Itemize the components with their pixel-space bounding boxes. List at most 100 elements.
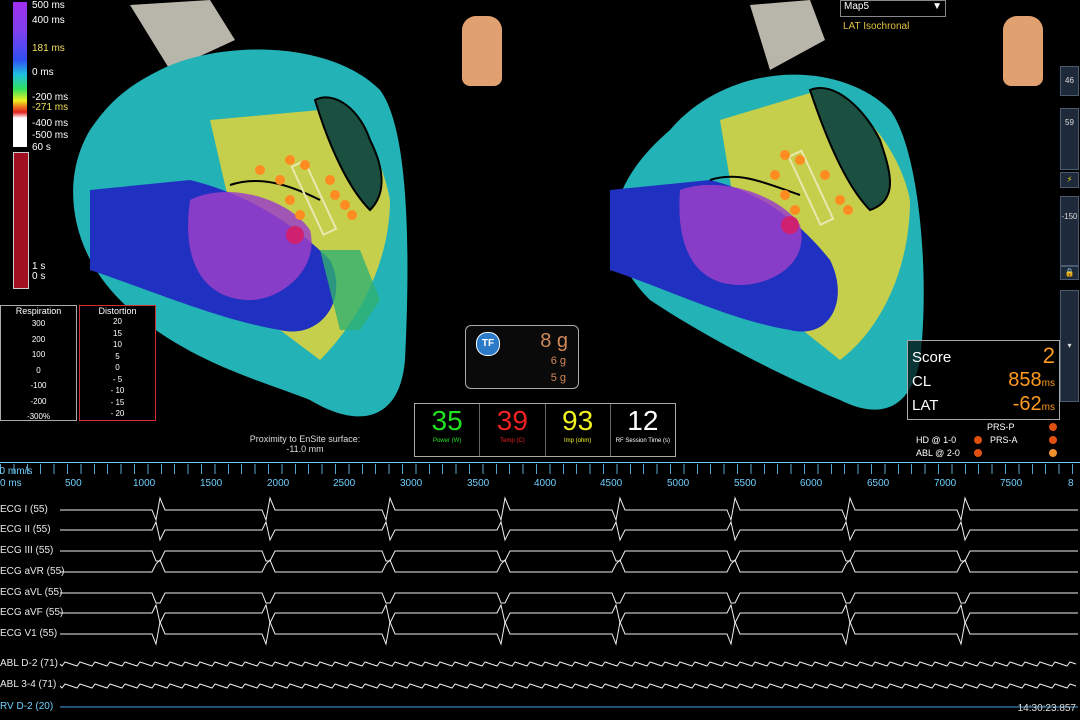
dist-value: - 15 xyxy=(110,397,125,407)
score-label: Score xyxy=(912,349,952,366)
opacity-value: 59 xyxy=(1065,118,1074,127)
channel-label-ecg-iii: ECG III (55) xyxy=(0,545,54,556)
time-tick: 4500 xyxy=(600,478,623,489)
abl-label: ABL @ 2-0 xyxy=(916,448,960,458)
prs-p-led xyxy=(1049,423,1057,431)
time-tick: 7500 xyxy=(1000,478,1023,489)
channel-label-abl-34: ABL 3-4 (71) xyxy=(0,679,57,690)
torso-orientation-icon-right xyxy=(1003,16,1043,86)
channel-label-rv-d2: RV D-2 (20) xyxy=(0,701,54,712)
channel-label-ecg-avr: ECG aVR (55) xyxy=(0,566,65,577)
lat-label: LAT xyxy=(912,397,939,414)
axial-force: 5 g xyxy=(550,372,566,384)
map-select[interactable]: Map5 ▼ xyxy=(840,0,946,17)
respiration-title: Respiration xyxy=(15,306,62,316)
temp-cell: 39 Temp (C) xyxy=(480,404,546,456)
proximity-readout: Proximity to EnSite surface: -11.0 mm xyxy=(235,434,375,454)
opacity-slider[interactable]: 59 xyxy=(1060,108,1079,170)
sweep-speed: 50 mm/s xyxy=(0,466,33,477)
lightning-button[interactable]: ⚡ xyxy=(1060,172,1079,188)
cl-value-group: 858ms xyxy=(1008,369,1055,392)
resp-value: -300% xyxy=(26,412,51,421)
power-value: 35 xyxy=(431,405,463,436)
peaks-tool-button[interactable]: 46 xyxy=(1060,66,1079,96)
abl-status-led xyxy=(1049,449,1057,457)
ecg-trace xyxy=(60,603,1078,625)
time-tick: 3500 xyxy=(467,478,490,489)
dist-value: 10 xyxy=(113,340,122,349)
right-3d-map[interactable] xyxy=(590,0,950,462)
rf-time-label: RF Session Time (s) xyxy=(615,438,671,444)
contact-force-panel: TF 8 g 6 g 5 g xyxy=(465,325,579,389)
power-label: Power (W) xyxy=(432,438,462,444)
time-tick: 0 ms xyxy=(0,478,22,489)
ecg-trace xyxy=(60,592,1078,604)
distortion-panel: Distortion 20 15 10 5 0 - 5 - 10 - 15 - … xyxy=(79,305,156,421)
resp-value: 300 xyxy=(31,319,46,328)
ecg-trace xyxy=(60,620,1078,646)
respiration-panel: Respiration 300 200 100 0 -100 -200 -300… xyxy=(0,305,77,421)
time-tick: 6500 xyxy=(867,478,890,489)
distortion-title: Distortion xyxy=(98,306,137,316)
resp-value: -200 xyxy=(30,396,47,406)
channel-label-ecg-i: ECG I (55) xyxy=(0,504,48,515)
time-tick: 8 xyxy=(1068,478,1074,489)
channel-label-ecg-avl: ECG aVL (55) xyxy=(0,587,63,598)
power-cell: 35 Power (W) xyxy=(415,404,481,456)
proximity-label: Proximity to EnSite surface: xyxy=(249,434,361,444)
scissor-slider[interactable]: -150 xyxy=(1060,196,1079,266)
lat-value-group: -62ms xyxy=(1013,393,1055,416)
lat-color-bar[interactable] xyxy=(13,2,27,147)
time-tick: 6000 xyxy=(800,478,823,489)
resp-value: 0 xyxy=(36,365,41,375)
clock: 14:30:23.857 xyxy=(1017,703,1076,714)
time-tick: 4000 xyxy=(534,478,557,489)
prs-a-led xyxy=(1049,436,1057,444)
time-tick: 3000 xyxy=(400,478,423,489)
ablation-metrics-panel: 35 Power (W) 39 Temp (C) 93 Imp (ohm) 12… xyxy=(414,403,676,457)
impedance-cell: 93 Imp (ohm) xyxy=(546,404,611,456)
view-menu-button[interactable]: ▾ xyxy=(1060,290,1079,402)
scale-label-0s: 0 s xyxy=(32,271,46,282)
channel-label-ecg-v1: ECG V1 (55) xyxy=(0,628,58,639)
lat-scale-labels: 500 ms 400 ms 181 ms 0 ms -200 ms -271 m… xyxy=(32,0,68,283)
ecg-trace xyxy=(60,520,1078,542)
scale-label-181: 181 ms xyxy=(32,43,65,54)
distortion-scale: 20 15 10 5 0 - 5 - 10 - 15 - 20 xyxy=(80,316,155,420)
chevron-down-icon: ▼ xyxy=(932,1,942,12)
impedance-value: 93 xyxy=(562,405,594,436)
ecg-waveform-area[interactable] xyxy=(0,490,1080,720)
scissor-value: -150 xyxy=(1061,212,1078,221)
proximity-value: -11.0 mm xyxy=(286,444,324,454)
score-value: 2 xyxy=(1042,343,1055,368)
timeline-ruler xyxy=(0,464,1080,474)
score-panel: Score 2 CL 858ms LAT -62ms xyxy=(907,340,1060,420)
dist-value: - 20 xyxy=(110,409,125,418)
ecg-trace xyxy=(60,559,1078,573)
hd-label: HD @ 1-0 xyxy=(916,435,957,445)
cl-value: 858 xyxy=(1008,369,1042,391)
peaks-value: 46 xyxy=(1065,76,1074,85)
map-select-value: Map5 xyxy=(844,1,870,12)
rf-time-value: 12 xyxy=(627,405,659,436)
lock-icon[interactable]: 🔒 xyxy=(1060,266,1079,280)
dist-value: 0 xyxy=(115,363,120,372)
scale-label-minus500: -500 ms xyxy=(32,130,69,141)
abl-trace xyxy=(59,683,1077,689)
time-tick: 5000 xyxy=(667,478,690,489)
abl-led xyxy=(974,449,982,457)
time-bar[interactable] xyxy=(13,152,29,289)
scale-label-0: 0 ms xyxy=(32,67,54,78)
time-tick: 1500 xyxy=(200,478,223,489)
channel-label-ecg-ii: ECG II (55) xyxy=(0,524,51,535)
time-tick: 7000 xyxy=(934,478,957,489)
tf-badge: TF xyxy=(476,332,500,356)
abl-trace xyxy=(59,661,1077,667)
map-type-label: LAT Isochronal xyxy=(843,21,910,32)
hd-led xyxy=(974,436,982,444)
scale-label-minus200: -200 ms xyxy=(32,92,69,103)
scale-label-minus400: -400 ms xyxy=(32,118,69,129)
scale-label-500: 500 ms xyxy=(32,0,65,11)
dist-value: - 10 xyxy=(110,386,125,395)
channel-label-ecg-avf: ECG aVF (55) xyxy=(0,607,64,618)
